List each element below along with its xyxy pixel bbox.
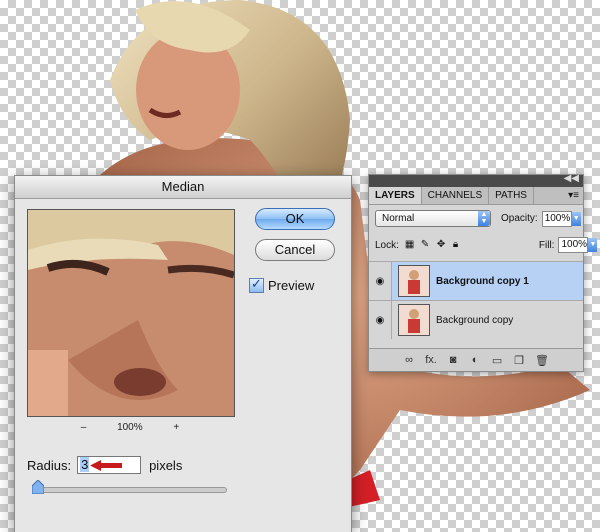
blend-row: Normal ▲ ▼ Opacity: 100% ▼ (375, 210, 581, 227)
zoom-controls: – 100% + (27, 422, 233, 433)
opacity-input[interactable]: 100% (541, 210, 572, 227)
opacity-label: Opacity: (501, 213, 538, 224)
radius-unit: pixels (149, 457, 183, 473)
radius-input[interactable]: 3 (77, 456, 142, 474)
dialog-title: Median (15, 176, 351, 199)
lock-label: Lock: (375, 239, 399, 251)
blend-mode-value: Normal (382, 213, 415, 224)
lock-all-icon[interactable]: 🔒︎ (453, 240, 463, 250)
radius-slider-track[interactable] (37, 487, 227, 493)
collapse-icon[interactable]: ◀◀ (564, 173, 579, 184)
radius-row: Radius: 3 pixels (27, 456, 182, 474)
new-layer-icon[interactable]: ❐ (513, 354, 525, 367)
trash-icon[interactable]: 🗑︎ (535, 354, 549, 367)
lock-brush-icon[interactable]: ✎ (421, 240, 431, 250)
checkbox-checked-icon[interactable] (249, 276, 264, 293)
link-icon[interactable]: ∞ (403, 354, 415, 366)
folder-icon[interactable]: ▭ (491, 354, 503, 367)
lock-row: Lock: ▦ ✎ ✥ 🔒︎ Fill: 100% ▼ (375, 237, 598, 253)
layer-name[interactable]: Background copy 1 (436, 276, 529, 287)
fill-input[interactable]: 100% (558, 237, 589, 253)
layer-row[interactable]: ◉ Background copy (369, 300, 583, 339)
panel-footer: ∞ fx. ◙ ◐ ▭ ❐ 🗑︎ (369, 348, 583, 371)
tab-channels[interactable]: CHANNELS (422, 187, 490, 204)
preview-label: Preview (268, 278, 315, 293)
fill-dropdown-icon[interactable]: ▼ (588, 238, 598, 252)
layers-panel: ◀◀ LAYERS CHANNELS PATHS ▾≡ Normal ▲ ▼ Op… (368, 173, 598, 372)
red-arrow-icon (90, 460, 123, 471)
tab-paths[interactable]: PATHS (489, 187, 534, 204)
select-arrows-icon: ▲ ▼ (478, 211, 490, 226)
preview-image (28, 210, 234, 416)
zoom-level: 100% (117, 422, 143, 433)
fill-label: Fill: (538, 239, 555, 251)
panel-titlebar[interactable]: ◀◀ (369, 173, 583, 187)
layer-thumbnail (398, 304, 430, 336)
blend-mode-select[interactable]: Normal ▲ ▼ (375, 210, 491, 227)
layer-row[interactable]: ◉ Background copy 1 (369, 261, 583, 300)
eye-icon[interactable]: ◉ (369, 262, 392, 300)
panel-menu-icon[interactable]: ▾≡ (564, 187, 583, 204)
radius-value: 3 (80, 457, 90, 472)
zoom-out-button[interactable]: – (81, 422, 87, 433)
opacity-dropdown-icon[interactable]: ▼ (571, 211, 581, 226)
lock-transparent-icon[interactable]: ▦ (405, 240, 415, 250)
radius-label: Radius: (27, 457, 72, 473)
fx-icon[interactable]: fx. (425, 354, 437, 366)
panel-tabs: LAYERS CHANNELS PATHS ▾≡ (369, 187, 583, 205)
slider-thumb-icon[interactable] (32, 480, 44, 494)
adjustment-icon[interactable]: ◐ (469, 354, 481, 366)
cancel-button[interactable]: Cancel (255, 239, 335, 261)
median-dialog: Median – 100% + OK Cancel Preview Radius… (14, 175, 352, 532)
preview-checkbox[interactable]: Preview (249, 276, 315, 293)
eye-icon[interactable]: ◉ (369, 301, 392, 339)
tab-layers[interactable]: LAYERS (369, 187, 422, 204)
layer-name[interactable]: Background copy (436, 315, 513, 326)
ok-button[interactable]: OK (255, 208, 335, 230)
lock-move-icon[interactable]: ✥ (437, 240, 447, 250)
mask-icon[interactable]: ◙ (447, 354, 459, 366)
layer-thumbnail (398, 265, 430, 297)
filter-preview[interactable] (27, 209, 235, 417)
zoom-in-button[interactable]: + (173, 422, 179, 433)
